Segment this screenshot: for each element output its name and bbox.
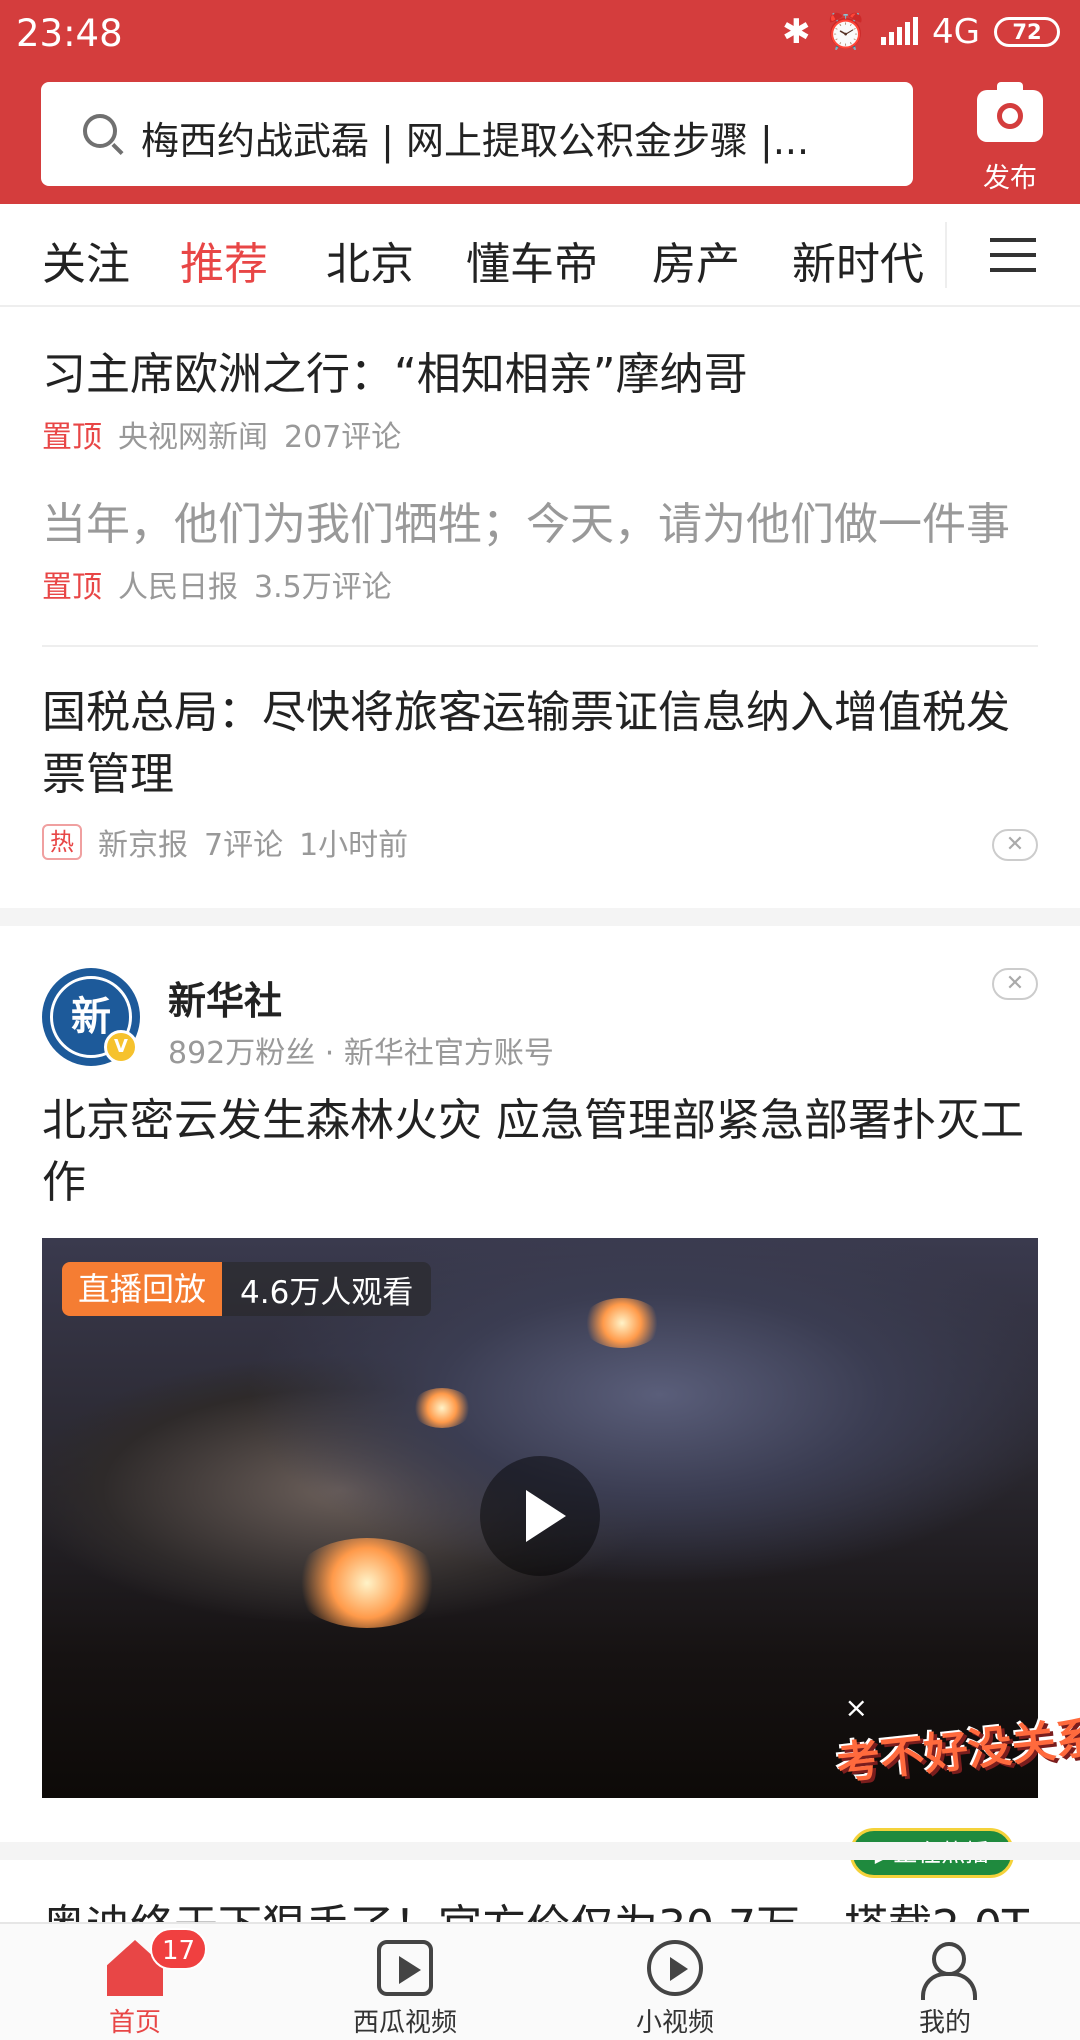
play-icon[interactable] xyxy=(480,1456,600,1576)
play-circle-icon xyxy=(647,1940,703,1996)
fire-glow xyxy=(582,1298,662,1348)
news-title: 习主席欧洲之行：“相知相亲”摩纳哥 xyxy=(42,349,748,400)
nav-short-video[interactable]: 小视频 xyxy=(540,1924,810,2040)
news-meta: 热 新京报 7评论 1小时前 xyxy=(42,820,1038,864)
live-replay-tag: 直播回放 xyxy=(62,1262,223,1316)
news-source: 人民日报 xyxy=(118,570,238,605)
notification-badge: 17 xyxy=(150,1928,208,1970)
tab-realestate[interactable]: 房产 xyxy=(652,228,740,292)
section-gap xyxy=(0,1842,1080,1860)
author-name[interactable]: 新华社 xyxy=(168,970,282,1025)
app-screen: 23:48 ✱ ⏰ 4G 72 梅西约战武磊 | 网上提取公积金步骤 |... … xyxy=(0,0,1080,2040)
battery-icon: 72 xyxy=(994,17,1060,47)
nav-xigua-video[interactable]: 西瓜视频 xyxy=(270,1924,540,2040)
news-item-pinned-2[interactable]: 当年，他们为我们牺牲；今天，请为他们做一件事 置顶 人民日报 3.5万评论 xyxy=(42,494,1038,606)
tab-beijing[interactable]: 北京 xyxy=(326,228,414,292)
fire-glow xyxy=(412,1388,472,1428)
signal-icon xyxy=(881,17,919,45)
news-comments: 207评论 xyxy=(284,420,402,455)
publish-label: 发布 xyxy=(983,163,1037,194)
header-bar: 23:48 ✱ ⏰ 4G 72 梅西约战武磊 | 网上提取公积金步骤 |... … xyxy=(0,0,1080,204)
news-title: 国税总局：尽快将旅客运输票证信息纳入增值税发票管理 xyxy=(42,687,1010,800)
nav-me[interactable]: 我的 xyxy=(810,1924,1080,2040)
news-item-article[interactable]: 国税总局：尽快将旅客运输票证信息纳入增值税发票管理 热 新京报 7评论 1小时前 xyxy=(42,682,1038,864)
person-icon xyxy=(917,1940,977,2000)
bottom-navigation: 17 首页 西瓜视频 小视频 我的 xyxy=(0,1922,1080,2040)
video-player[interactable]: 直播回放 4.6万人观看 × xyxy=(42,1238,1038,1798)
news-meta: 置顶 人民日报 3.5万评论 xyxy=(42,562,1038,606)
search-icon xyxy=(83,114,117,148)
tab-dongchedi[interactable]: 懂车帝 xyxy=(466,228,598,292)
tab-new-era[interactable]: 新时代 xyxy=(792,228,924,292)
nav-label: 首页 xyxy=(108,2008,161,2038)
video-post-title: 北京密云发生森林火灾 应急管理部紧急部署扑灭工作 xyxy=(42,1095,1024,1208)
news-comments: 7评论 xyxy=(204,828,284,863)
search-bar[interactable]: 梅西约战武磊 | 网上提取公积金步骤 |... xyxy=(41,82,913,186)
status-time: 23:48 xyxy=(16,12,123,55)
hot-badge: 热 xyxy=(42,824,82,860)
news-title: 当年，他们为我们牺牲；今天，请为他们做一件事 xyxy=(42,499,1010,550)
news-source: 央视网新闻 xyxy=(118,420,268,455)
video-post-title-block[interactable]: 北京密云发生森林火灾 应急管理部紧急部署扑灭工作 xyxy=(42,1090,1038,1214)
divider xyxy=(42,645,1038,647)
nav-home[interactable]: 17 首页 xyxy=(0,1924,270,2040)
pinned-tag: 置顶 xyxy=(42,420,102,455)
news-source: 新京报 xyxy=(98,828,188,863)
pinned-tag: 置顶 xyxy=(42,570,102,605)
publish-button[interactable]: 发布 xyxy=(955,82,1065,195)
status-icons: ✱ ⏰ 4G 72 xyxy=(782,12,1060,52)
news-meta: 置顶 央视网新闻 207评论 xyxy=(42,412,1038,456)
verified-icon: V xyxy=(104,1030,138,1064)
search-suggestion-text: 梅西约战武磊 | 网上提取公积金步骤 |... xyxy=(141,119,810,163)
bluetooth-icon: ✱ xyxy=(782,12,811,52)
nav-label: 西瓜视频 xyxy=(352,2008,457,2038)
news-comments: 3.5万评论 xyxy=(254,570,392,605)
live-replay-badge: 直播回放 4.6万人观看 xyxy=(62,1262,432,1316)
channel-menu-icon[interactable] xyxy=(990,236,1036,274)
tabs-divider xyxy=(945,222,947,288)
fire-glow xyxy=(292,1538,442,1628)
camera-icon xyxy=(977,82,1043,142)
channel-tabs: 关注 推荐 北京 懂车帝 房产 新时代 xyxy=(0,204,1080,307)
alarm-icon: ⏰ xyxy=(824,12,868,52)
dismiss-button[interactable]: ✕ xyxy=(992,968,1038,1000)
nav-label: 小视频 xyxy=(635,2008,714,2038)
status-bar: 23:48 ✱ ⏰ 4G 72 xyxy=(0,0,1080,70)
news-time: 1小时前 xyxy=(299,828,409,863)
author-meta: 892万粉丝 · 新华社官方账号 xyxy=(168,1036,554,1071)
close-icon[interactable]: × xyxy=(845,1691,868,1724)
news-item-pinned-1[interactable]: 习主席欧洲之行：“相知相亲”摩纳哥 置顶 央视网新闻 207评论 xyxy=(42,344,1038,456)
viewer-count: 4.6万人观看 xyxy=(240,1274,414,1311)
dismiss-button[interactable]: ✕ xyxy=(992,829,1038,861)
nav-label: 我的 xyxy=(918,2008,971,2038)
tab-follow[interactable]: 关注 xyxy=(42,228,130,292)
play-square-icon xyxy=(377,1940,433,1996)
section-gap xyxy=(0,908,1080,926)
tab-recommend[interactable]: 推荐 xyxy=(180,228,268,292)
network-type: 4G xyxy=(932,12,980,52)
